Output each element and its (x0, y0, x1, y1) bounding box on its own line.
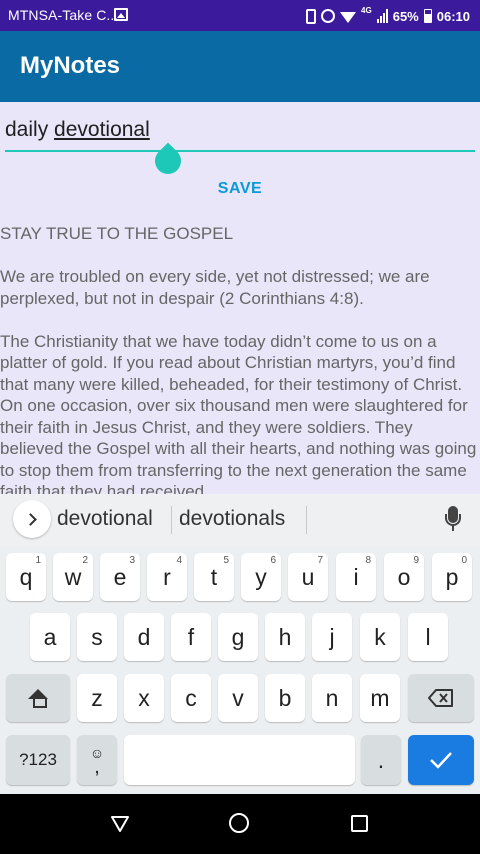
key-q[interactable]: q1 (6, 553, 46, 601)
suggestion-divider (306, 506, 307, 534)
battery-percent: 65% (392, 8, 419, 24)
recent-apps-icon[interactable] (351, 815, 368, 832)
carrier-name: MTNSA-Take C... (8, 7, 119, 23)
key-d[interactable]: d (124, 613, 164, 661)
network-type: 4G (361, 5, 372, 15)
title-text-composing: devotional (54, 118, 150, 141)
key-j[interactable]: j (312, 613, 352, 661)
comma-label: , (94, 756, 100, 778)
key-r[interactable]: r4 (147, 553, 187, 601)
battery-icon (423, 9, 432, 23)
key-x[interactable]: x (124, 674, 164, 722)
key-f[interactable]: f (171, 613, 211, 661)
key-p[interactable]: p0 (432, 553, 472, 601)
wifi-icon (340, 11, 357, 23)
key-v[interactable]: v (218, 674, 258, 722)
emoji-comma-key[interactable]: ☺ , (77, 735, 117, 785)
key-k[interactable]: k (360, 613, 400, 661)
suggestion-item[interactable]: devotionals (179, 507, 285, 531)
checkmark-icon (429, 751, 453, 769)
note-paragraph: We are troubled on every side, yet not d… (0, 267, 430, 308)
microphone-icon[interactable] (445, 506, 461, 534)
key-w[interactable]: w2 (53, 553, 93, 601)
back-icon[interactable] (110, 815, 130, 837)
key-o[interactable]: o9 (384, 553, 424, 601)
note-body[interactable]: STAY TRUE TO THE GOSPEL We are troubled … (0, 223, 478, 494)
shift-key[interactable] (6, 674, 70, 722)
backspace-key[interactable] (408, 674, 474, 722)
period-key[interactable]: . (361, 735, 401, 785)
suggestion-strip: devotional devotionals (0, 494, 480, 546)
image-icon (114, 8, 128, 21)
space-key[interactable] (124, 735, 355, 785)
key-y[interactable]: y6 (241, 553, 281, 601)
key-z[interactable]: z (77, 674, 117, 722)
app-bar: MyNotes (0, 31, 480, 102)
key-c[interactable]: c (171, 674, 211, 722)
vibrate-icon (306, 8, 317, 24)
app-title: MyNotes (20, 52, 121, 79)
home-icon[interactable] (229, 813, 249, 833)
clock: 06:10 (436, 8, 470, 24)
done-key[interactable] (408, 735, 474, 785)
note-paragraph: The Christianity that we have today didn… (0, 331, 477, 495)
alarm-icon (321, 9, 336, 23)
keyboard: q1 w2 e3 r4 t5 y6 u7 i8 o9 p0 a s d f g … (0, 546, 480, 794)
navigation-bar (0, 794, 480, 854)
key-n[interactable]: n (312, 674, 352, 722)
status-bar: MTNSA-Take C... 4G 65% 06:10 (0, 0, 480, 31)
note-editor: daily devotional SAVE STAY TRUE TO THE G… (0, 102, 480, 494)
suggestion-divider (171, 506, 172, 534)
chevron-right-icon (24, 512, 37, 526)
key-b[interactable]: b (265, 674, 305, 722)
note-paragraph: STAY TRUE TO THE GOSPEL (0, 224, 234, 243)
note-title-input[interactable]: daily devotional (5, 118, 475, 152)
suggestion-item[interactable]: devotional (57, 507, 153, 531)
key-e[interactable]: e3 (100, 553, 140, 601)
key-h[interactable]: h (265, 613, 305, 661)
key-u[interactable]: u7 (288, 553, 328, 601)
expand-suggestions-button[interactable] (13, 500, 51, 538)
title-text-plain: daily (5, 118, 55, 141)
key-a[interactable]: a (30, 613, 70, 661)
key-i[interactable]: i8 (336, 553, 376, 601)
key-s[interactable]: s (77, 613, 117, 661)
status-icons: 4G 65% 06:10 (306, 6, 470, 26)
save-button[interactable]: SAVE (0, 180, 480, 198)
key-g[interactable]: g (218, 613, 258, 661)
shift-icon (28, 689, 48, 708)
signal-icon (376, 9, 388, 23)
backspace-icon (428, 689, 454, 707)
symbols-key[interactable]: ?123 (6, 735, 70, 785)
key-m[interactable]: m (360, 674, 400, 722)
key-t[interactable]: t5 (194, 553, 234, 601)
key-l[interactable]: l (408, 613, 448, 661)
